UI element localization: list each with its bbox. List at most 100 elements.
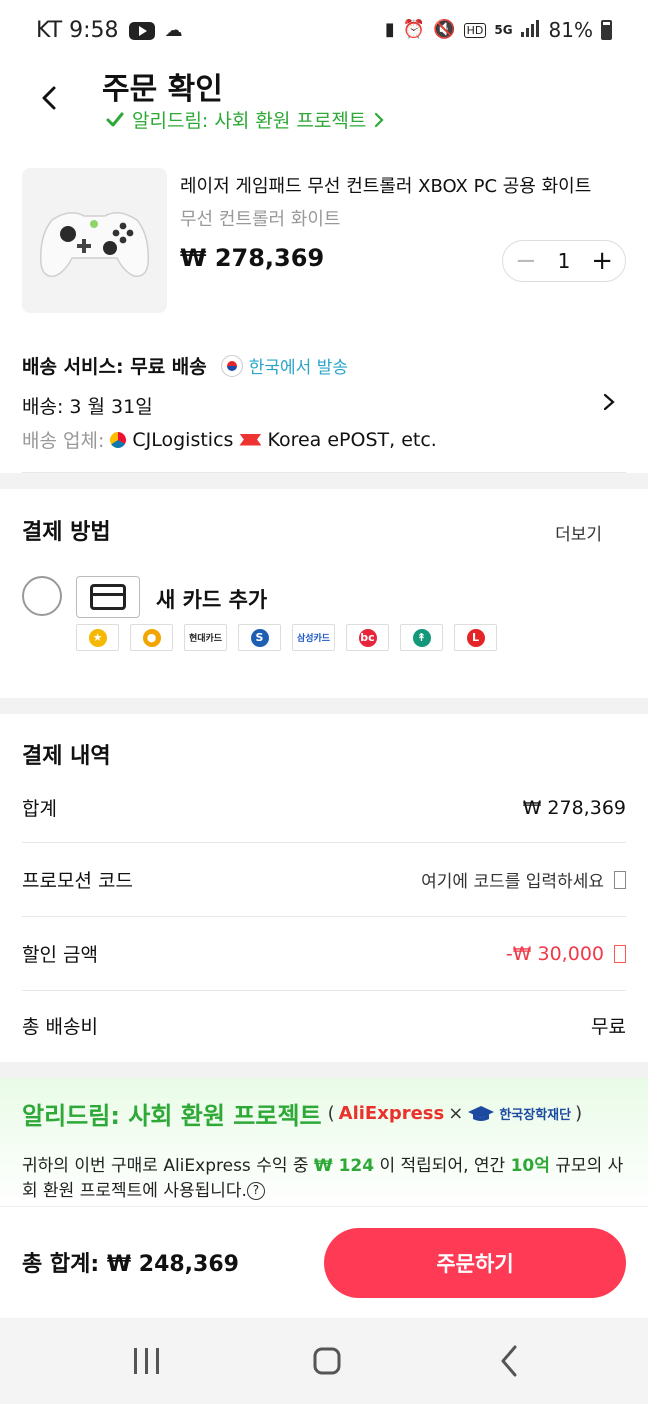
bank-lotte-card[interactable]: L: [454, 624, 497, 651]
plus-button[interactable]: +: [591, 246, 613, 276]
payment-method-title: 결제 방법: [22, 520, 111, 545]
bc-card-icon: bc: [358, 628, 377, 647]
divider: [22, 842, 626, 843]
chevron-right-icon[interactable]: [602, 392, 616, 412]
order-button[interactable]: 주문하기: [324, 1228, 626, 1298]
alarm-icon: ⏰: [402, 19, 426, 40]
chevron-icon: [614, 870, 626, 889]
shipping-fee-label: 총 배송비: [22, 1016, 98, 1038]
dream-description: 귀하의 이번 구매로 AliExpress 수익 중 ₩ 124 이 적립되어,…: [22, 1154, 626, 1204]
subtotal-value: ₩ 278,369: [522, 796, 626, 819]
dream-amount: ₩ 124: [313, 1156, 375, 1176]
system-nav-bar: [0, 1318, 648, 1404]
dream-annual: 10억: [510, 1156, 550, 1176]
product-image[interactable]: [22, 168, 167, 313]
epost-logo-icon: [239, 433, 262, 446]
dream-text-a: 귀하의 이번 구매로 AliExpress 수익 중: [22, 1156, 314, 1176]
shipping-service: 배송 서비스: 무료 배송 한국에서 발송: [22, 352, 348, 379]
aliexpress-logo: AliExpress: [338, 1103, 445, 1124]
dream-title-label: 알리드림: 사회 환원 프로젝트: [22, 1102, 322, 1130]
card-icon-box[interactable]: [76, 576, 140, 618]
hyundai-card-icon: 현대카드: [188, 634, 223, 644]
status-left: KT 9:58 ☁: [36, 18, 183, 43]
bank-shinhan-card[interactable]: S: [238, 624, 281, 651]
recent-apps-icon[interactable]: [132, 1344, 162, 1378]
dream-title: 알리드림: 사회 환원 프로젝트 ( AliExpress × 한국장학재단 ): [22, 1096, 582, 1131]
quantity-stepper: − 1 +: [502, 240, 626, 282]
shinhan-card-icon: S: [250, 628, 269, 647]
product-variant: 무선 컨트롤러 화이트: [180, 209, 341, 230]
promo-code-input[interactable]: 여기에 코드를 입력하세요: [421, 867, 604, 892]
youtube-icon: [128, 21, 155, 40]
quantity-value: 1: [557, 249, 571, 273]
discount-value: -₩ 30,000: [505, 942, 604, 965]
project-link[interactable]: 알리드림: 사회 환원 프로젝트: [106, 106, 384, 133]
kosaf-logo: 한국장학재단: [499, 1108, 572, 1123]
carrier-epost: Korea ePOST, etc.: [267, 428, 437, 451]
promo-row[interactable]: 프로모션 코드 여기에 코드를 입력하세요: [22, 866, 626, 893]
bank-nh-card[interactable]: ●: [130, 624, 173, 651]
status-bar: KT 9:58 ☁ ▮ ⏰ 🔇 HD 5G 81%: [0, 0, 648, 64]
carrier-label: 배송 업체:: [22, 430, 105, 452]
discount-row[interactable]: 할인 금액 -₩ 30,000: [22, 940, 626, 967]
5g-icon: 5G: [494, 23, 513, 37]
bank-kb-card[interactable]: ★: [76, 624, 119, 651]
more-link[interactable]: 더보기: [555, 520, 602, 545]
divider: [22, 916, 626, 917]
page-title: 주문 확인: [102, 72, 223, 107]
bank-samsung-card[interactable]: 삼성카드: [292, 624, 335, 651]
back-nav-icon[interactable]: [498, 1344, 520, 1378]
battery-percent: 81%: [548, 18, 593, 42]
subtotal-label: 합계: [22, 798, 57, 820]
shipping-date[interactable]: 배송: 3 월 31일: [22, 392, 153, 419]
discount-label: 할인 금액: [22, 944, 98, 966]
lotte-card-icon: L: [466, 628, 485, 647]
hana-card-icon: ↟: [412, 628, 431, 647]
dream-text-b: 이 적립되어, 연간: [374, 1156, 511, 1176]
cloud-icon: ☁: [164, 19, 183, 41]
carrier-cj: CJLogistics: [132, 428, 234, 451]
payment-radio[interactable]: [22, 576, 62, 616]
section-gap: [0, 473, 648, 489]
cj-logo-icon: [110, 431, 127, 448]
subtotal-row: 합계 ₩ 278,369: [22, 794, 626, 821]
bank-bc-card[interactable]: bc: [346, 624, 389, 651]
promo-label: 프로모션 코드: [22, 870, 133, 892]
chevron-icon: [614, 944, 626, 963]
shipping-service-label: 배송 서비스: 무료 배송: [22, 356, 207, 378]
divider: [0, 1206, 648, 1207]
carrier-time: KT 9:58: [36, 18, 119, 43]
chevron-right-icon: [375, 112, 384, 127]
battery-saver-icon: ▮: [384, 19, 395, 40]
dream-partners: ( AliExpress × 한국장학재단 ): [327, 1103, 583, 1124]
controller-icon: [39, 212, 150, 277]
status-right: ▮ ⏰ 🔇 HD 5G 81%: [385, 18, 612, 42]
mute-icon: 🔇: [433, 19, 456, 40]
total-amount: 총 합계: ₩ 248,369: [22, 1252, 239, 1277]
battery-icon: [601, 20, 612, 40]
bank-hyundai-card[interactable]: 현대카드: [184, 624, 227, 651]
back-button[interactable]: [36, 84, 64, 112]
section-gap: [0, 698, 648, 714]
shipping-fee-value: 무료: [591, 1016, 626, 1038]
section-gap: [0, 1062, 648, 1078]
signal-icon: [520, 19, 541, 41]
shipping-origin: 한국에서 발송: [220, 353, 349, 378]
hd-icon: HD: [463, 22, 487, 38]
nh-card-icon: ●: [142, 628, 161, 647]
divider: [22, 990, 626, 991]
product-price: ₩ 278,369: [180, 244, 325, 272]
project-link-label: 알리드림: 사회 환원 프로젝트: [132, 110, 367, 132]
bank-list: ★ ● 현대카드 S 삼성카드 bc ↟ L: [76, 624, 497, 651]
payment-details-title: 결제 내역: [22, 744, 111, 769]
shipping-origin-label: 한국에서 발송: [248, 358, 349, 378]
shipping-carriers: 배송 업체: CJLogistics Korea ePOST, etc.: [22, 426, 437, 453]
help-icon[interactable]: ?: [246, 1182, 265, 1200]
product-title[interactable]: 레이저 게임패드 무선 컨트롤러 XBOX PC 공용 화이트: [180, 172, 591, 198]
minus-button[interactable]: −: [515, 246, 537, 276]
shipping-fee-row: 총 배송비 무료: [22, 1012, 626, 1039]
bank-hana-card[interactable]: ↟: [400, 624, 443, 651]
home-icon[interactable]: [312, 1344, 342, 1378]
kb-card-icon: ★: [88, 628, 107, 647]
add-card-label[interactable]: 새 카드 추가: [156, 584, 267, 614]
